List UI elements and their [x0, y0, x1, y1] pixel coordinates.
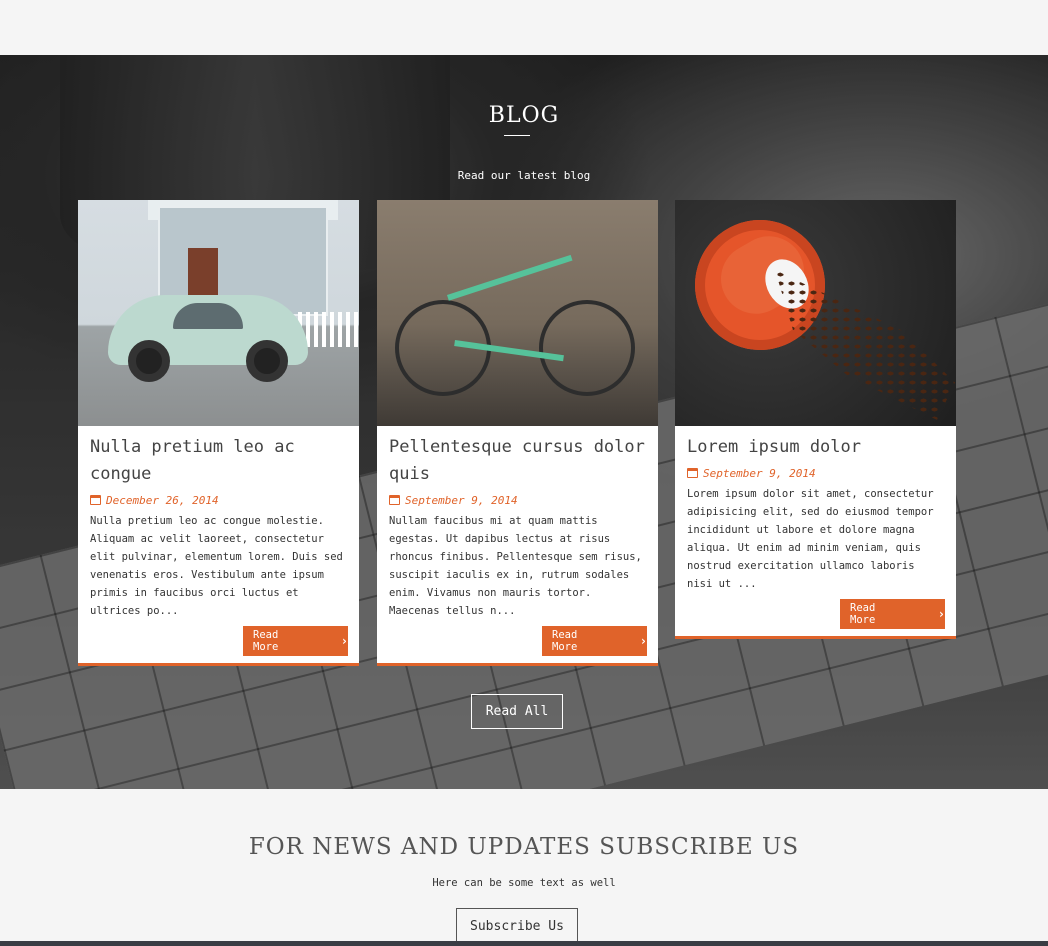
chevron-right-icon: ›	[639, 634, 647, 648]
post-date-text: December 26, 2014	[106, 493, 219, 507]
blog-title: BLOG	[488, 103, 560, 128]
blog-section: BLOG Read our latest blog Nulla pretium …	[0, 55, 1048, 789]
post-date-text: September 9, 2014	[405, 493, 518, 507]
car-wheel	[128, 340, 170, 382]
read-all-button[interactable]: Read All	[471, 694, 563, 729]
post-date: December 26, 2014	[90, 492, 348, 508]
read-more-label: Read More	[850, 602, 876, 626]
post-date: September 9, 2014	[687, 465, 945, 481]
subscribe-button[interactable]: Subscribe Us	[456, 908, 578, 944]
footer-strip	[0, 941, 1048, 946]
bike-frame	[447, 254, 573, 301]
post-thumbnail-bicycle[interactable]	[377, 200, 658, 426]
post-date-text: September 9, 2014	[703, 466, 816, 480]
read-more-button[interactable]: Read More ›	[542, 626, 647, 656]
post-date: September 9, 2014	[389, 492, 647, 508]
blog-subtitle: Read our latest blog	[457, 169, 591, 182]
chevron-right-icon: ›	[937, 607, 945, 621]
calendar-icon	[90, 495, 101, 505]
calendar-icon	[687, 468, 698, 478]
car-window	[173, 303, 243, 329]
calendar-icon	[389, 495, 400, 505]
post-title[interactable]: Nulla pretium leo ac congue	[90, 434, 348, 488]
read-more-button[interactable]: Read More ›	[243, 626, 348, 656]
chevron-right-icon: ›	[340, 634, 348, 648]
bike-wheel	[539, 300, 635, 396]
blog-card: Lorem ipsum dolor September 9, 2014 Lore…	[675, 200, 956, 639]
read-more-label: Read More	[552, 629, 578, 653]
read-more-label: Read More	[253, 629, 279, 653]
subscribe-text: Here can be some text as well	[432, 877, 616, 889]
post-title[interactable]: Pellentesque cursus dolor quis	[389, 434, 647, 488]
top-strip	[0, 0, 1048, 55]
post-title[interactable]: Lorem ipsum dolor	[687, 434, 945, 461]
car-wheel	[246, 340, 288, 382]
read-more-button[interactable]: Read More ›	[840, 599, 945, 629]
post-thumbnail-coffee[interactable]	[675, 200, 956, 426]
coffee-beans	[775, 270, 955, 420]
blog-card: Pellentesque cursus dolor quis September…	[377, 200, 658, 666]
post-excerpt: Lorem ipsum dolor sit amet, consectetur …	[687, 488, 934, 590]
post-thumbnail-car[interactable]	[78, 200, 359, 426]
post-excerpt: Nulla pretium leo ac congue molestie. Al…	[90, 515, 343, 617]
blog-card: Nulla pretium leo ac congue December 26,…	[78, 200, 359, 666]
subscribe-title: FOR NEWS AND UPDATES SUBSCRIBE US	[248, 834, 800, 860]
title-divider	[504, 135, 530, 136]
post-excerpt: Nullam faucibus mi at quam mattis egesta…	[389, 515, 642, 617]
